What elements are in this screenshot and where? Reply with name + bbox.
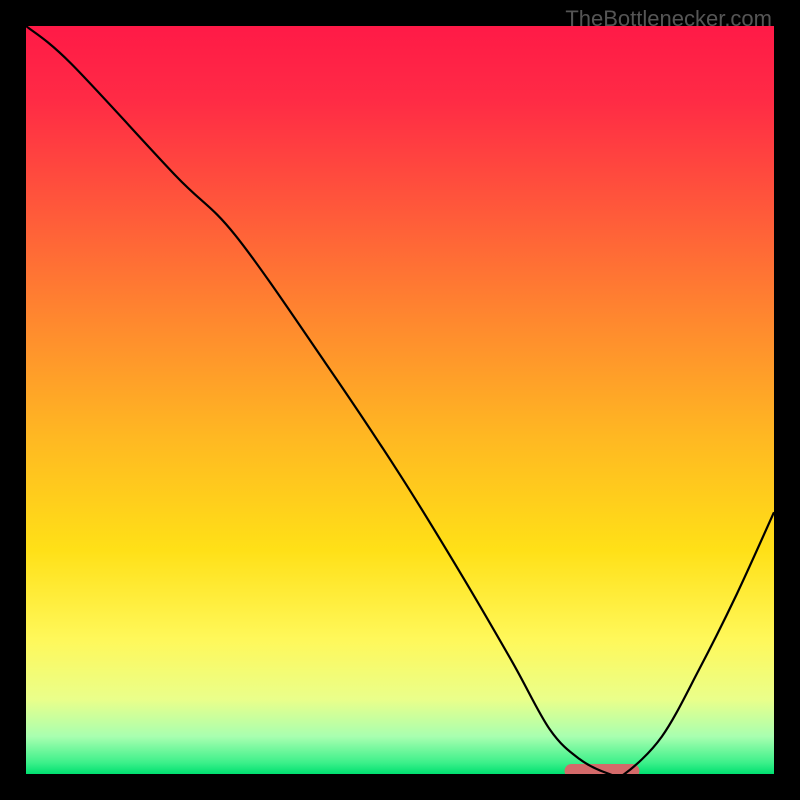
watermark-text: TheBottlenecker.com bbox=[565, 6, 772, 32]
chart-container: TheBottlenecker.com bbox=[0, 0, 800, 800]
gradient-background bbox=[26, 26, 774, 774]
plot-area bbox=[26, 26, 774, 774]
chart-svg bbox=[26, 26, 774, 774]
